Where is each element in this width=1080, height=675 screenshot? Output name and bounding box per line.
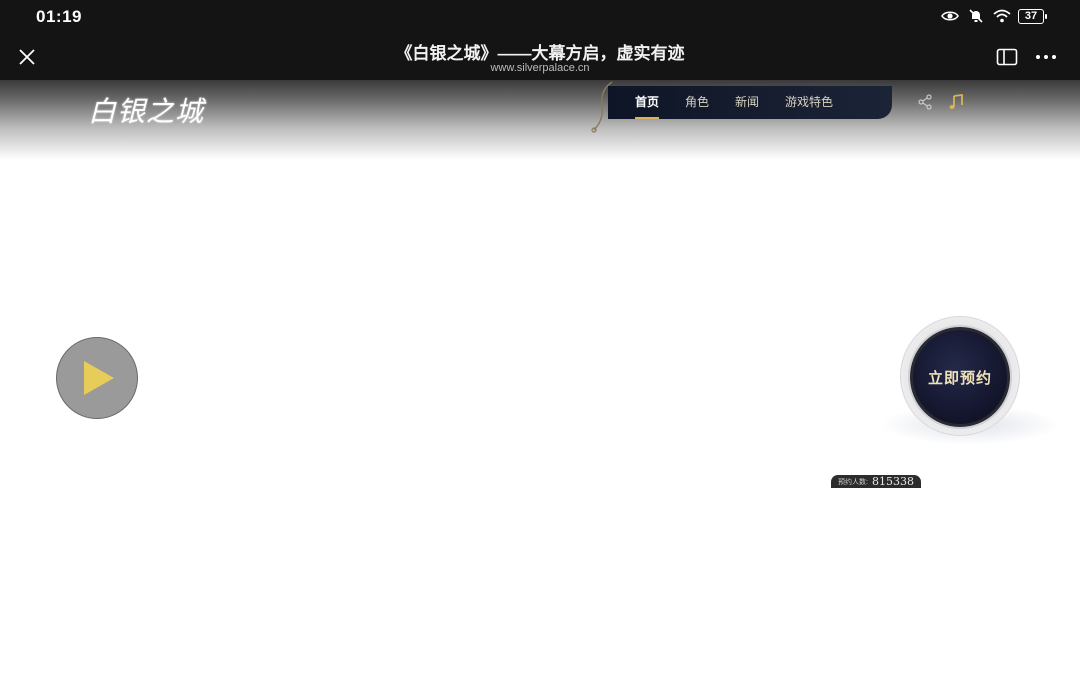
share-icon[interactable] — [917, 94, 933, 110]
battery-level: 37 — [1024, 10, 1038, 22]
nav-item-home[interactable]: 首页 — [622, 86, 672, 119]
page-title: 《白银之城》——大幕方启，虚实有迹 — [395, 44, 685, 63]
nav-item-characters[interactable]: 角色 — [672, 86, 722, 119]
music-note-icon[interactable] — [947, 93, 965, 111]
browser-top-bar: 01:19 37 《白银之城》——大幕方启，虚实有迹 www.silverpal… — [0, 0, 1080, 80]
play-icon — [84, 361, 114, 395]
status-icons: 37 — [940, 8, 1047, 24]
eye-icon — [940, 8, 960, 24]
wifi-icon — [992, 8, 1012, 24]
reserve-count-badge: 预约人数: 815338 — [831, 475, 921, 488]
reserve-button[interactable]: 立即预约 — [910, 327, 1010, 427]
reserve-widget: 立即预约 — [880, 305, 1060, 455]
battery-icon: 37 — [1018, 8, 1047, 24]
nav-item-features[interactable]: 游戏特色 — [772, 86, 846, 119]
main-nav: 首页 角色 新闻 游戏特色 — [608, 86, 892, 119]
reserve-button-label: 立即预约 — [927, 368, 992, 387]
mute-bell-icon — [966, 8, 986, 24]
play-video-button[interactable] — [56, 337, 138, 419]
reserve-count-label: 预约人数: — [838, 478, 868, 486]
more-icon[interactable] — [1034, 48, 1058, 66]
site-logo[interactable]: 白银之城 — [88, 90, 204, 130]
reserve-count-value: 815338 — [871, 475, 914, 488]
status-time: 01:19 — [36, 7, 82, 26]
tabs-icon[interactable] — [996, 48, 1018, 66]
page-url: www.silverpalace.cn — [490, 62, 590, 74]
nav-item-news[interactable]: 新闻 — [722, 86, 772, 119]
